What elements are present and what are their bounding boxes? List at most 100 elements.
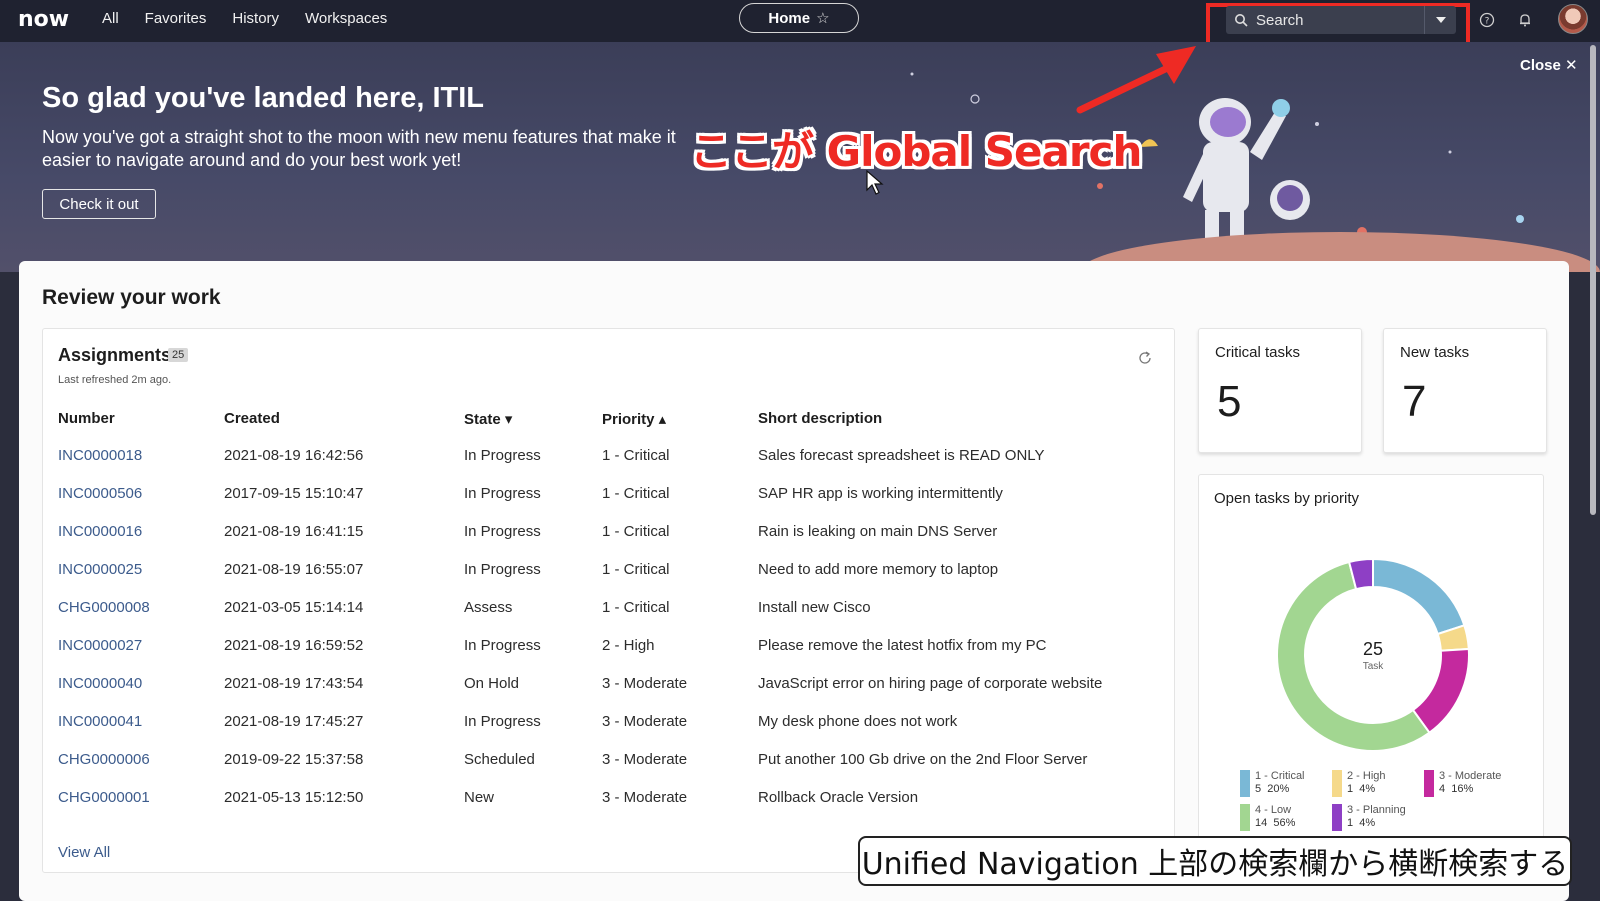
legend-swatch <box>1240 804 1250 831</box>
legend-value: 1 4% <box>1347 817 1376 829</box>
check-it-out-button[interactable]: Check it out <box>42 189 156 219</box>
column-header-short-description[interactable]: Short description <box>758 410 882 427</box>
legend-item[interactable]: 2 - High 1 4% <box>1332 770 1432 798</box>
state-cell: In Progress <box>464 561 541 578</box>
nav-link-workspaces[interactable]: Workspaces <box>305 10 387 27</box>
hero-title: So glad you've landed here, ITIL <box>42 82 484 114</box>
search-placeholder: Search <box>1256 11 1304 29</box>
state-cell: In Progress <box>464 637 541 654</box>
legend-value: 14 56% <box>1255 817 1296 829</box>
record-number-link[interactable]: CHG0000008 <box>58 599 150 616</box>
priority-cell: 2 - High <box>602 637 655 654</box>
legend-swatch <box>1240 770 1250 797</box>
state-cell: Scheduled <box>464 751 535 768</box>
legend-label: 3 - Moderate <box>1439 770 1502 782</box>
bell-icon[interactable] <box>1516 11 1534 29</box>
priority-cell: 1 - Critical <box>602 523 670 540</box>
column-header-created[interactable]: Created <box>224 410 280 427</box>
state-cell: In Progress <box>464 447 541 464</box>
priority-cell: 1 - Critical <box>602 447 670 464</box>
chevron-down-icon[interactable] <box>1424 6 1456 34</box>
assignments-title: Assignments <box>58 345 172 365</box>
svg-text:?: ? <box>1485 17 1490 27</box>
created-cell: 2021-08-19 17:43:54 <box>224 675 364 692</box>
short-description-cell: Please remove the latest hotfix from my … <box>758 637 1047 654</box>
refresh-icon[interactable] <box>1137 350 1153 366</box>
kpi-value: 7 <box>1402 377 1427 426</box>
record-number-link[interactable]: INC0000018 <box>58 447 142 464</box>
column-header-priority[interactable]: Priority ▴ <box>602 410 666 428</box>
home-label: Home <box>768 9 811 27</box>
state-cell: New <box>464 789 495 806</box>
record-number-link[interactable]: INC0000027 <box>58 637 142 654</box>
state-cell: In Progress <box>464 485 541 502</box>
donut-legend: 1 - Critical 5 20% 2 - High 1 4% 3 - Mod… <box>1240 770 1540 840</box>
home-pill-button[interactable]: Home ☆ <box>739 3 859 33</box>
record-number-link[interactable]: INC0000506 <box>58 485 142 502</box>
global-search-callout: ここが Global Search <box>690 127 1142 176</box>
nav-link-all[interactable]: All <box>102 10 119 27</box>
critical-tasks-card[interactable]: Critical tasks 5 <box>1198 328 1362 453</box>
legend-item[interactable]: 4 - Low 14 56% <box>1240 804 1340 832</box>
last-refreshed-text: Last refreshed 2m ago. <box>58 374 172 386</box>
priority-cell: 3 - Moderate <box>602 751 688 768</box>
short-description-cell: Sales forecast spreadsheet is READ ONLY <box>758 447 1045 464</box>
record-number-link[interactable]: INC0000041 <box>58 713 142 730</box>
donut-slice[interactable] <box>1372 557 1466 636</box>
hero-text: Now you've got a straight shot to the mo… <box>42 127 676 170</box>
created-cell: 2021-03-05 15:14:14 <box>224 599 364 616</box>
priority-cell: 1 - Critical <box>602 599 670 616</box>
donut-center-value: 25 <box>1363 639 1383 659</box>
global-search-input[interactable]: Search <box>1226 6 1456 34</box>
welcome-banner: So glad you've landed here, ITIL Now you… <box>0 42 1600 272</box>
user-avatar[interactable] <box>1558 4 1588 34</box>
new-tasks-card[interactable]: New tasks 7 <box>1383 328 1547 453</box>
legend-value: 5 20% <box>1255 783 1290 795</box>
short-description-cell: Put another 100 Gb drive on the 2nd Floo… <box>758 751 1088 768</box>
star-icon[interactable]: ☆ <box>816 9 829 27</box>
legend-swatch <box>1332 804 1342 831</box>
nav-links: All Favorites History Workspaces <box>102 10 413 27</box>
short-description-cell: Need to add more memory to laptop <box>758 561 999 578</box>
legend-item[interactable]: 1 - Critical 5 20% <box>1240 770 1340 798</box>
priority-cell: 3 - Moderate <box>602 789 688 806</box>
created-cell: 2021-08-19 17:45:27 <box>224 713 364 730</box>
view-all-link[interactable]: View All <box>58 844 110 861</box>
column-header-state[interactable]: State ▾ <box>464 410 512 428</box>
short-description-cell: Install new Cisco <box>758 599 871 616</box>
state-cell: Assess <box>464 599 513 616</box>
legend-value: 1 4% <box>1347 783 1376 795</box>
column-header-number[interactable]: Number <box>58 410 115 427</box>
assignments-count-badge: 25 <box>168 348 189 362</box>
created-cell: 2021-08-19 16:42:56 <box>224 447 364 464</box>
legend-label: 4 - Low <box>1255 804 1292 816</box>
now-logo[interactable]: now <box>18 7 69 32</box>
state-cell: In Progress <box>464 713 541 730</box>
donut-title: Open tasks by priority <box>1214 490 1360 507</box>
help-icon[interactable]: ? <box>1478 11 1496 29</box>
record-number-link[interactable]: CHG0000006 <box>58 751 150 768</box>
priority-cell: 1 - Critical <box>602 561 670 578</box>
short-description-cell: Rollback Oracle Version <box>758 789 919 806</box>
nav-link-history[interactable]: History <box>232 10 279 27</box>
state-cell: On Hold <box>464 675 520 692</box>
short-description-cell: SAP HR app is working intermittently <box>758 485 1003 502</box>
close-banner-button[interactable]: Close ✕ <box>1520 56 1578 74</box>
legend-item[interactable]: 3 - Moderate 4 16% <box>1424 770 1524 798</box>
search-icon <box>1226 13 1256 27</box>
legend-item[interactable]: 3 - Planning 1 4% <box>1332 804 1432 832</box>
nav-link-favorites[interactable]: Favorites <box>145 10 207 27</box>
state-cell: In Progress <box>464 523 541 540</box>
record-number-link[interactable]: INC0000016 <box>58 523 142 540</box>
created-cell: 2021-08-19 16:55:07 <box>224 561 364 578</box>
record-number-link[interactable]: CHG0000001 <box>58 789 150 806</box>
created-cell: 2021-08-19 16:41:15 <box>224 523 364 540</box>
short-description-cell: Rain is leaking on main DNS Server <box>758 523 998 540</box>
priority-donut-chart: 25 Task <box>1276 557 1470 752</box>
record-number-link[interactable]: INC0000025 <box>58 561 142 578</box>
record-number-link[interactable]: INC0000040 <box>58 675 142 692</box>
page-scrollbar[interactable] <box>1590 45 1596 515</box>
created-cell: 2021-08-19 16:59:52 <box>224 637 364 654</box>
priority-cell: 3 - Moderate <box>602 675 688 692</box>
review-title: Review your work <box>42 286 221 309</box>
